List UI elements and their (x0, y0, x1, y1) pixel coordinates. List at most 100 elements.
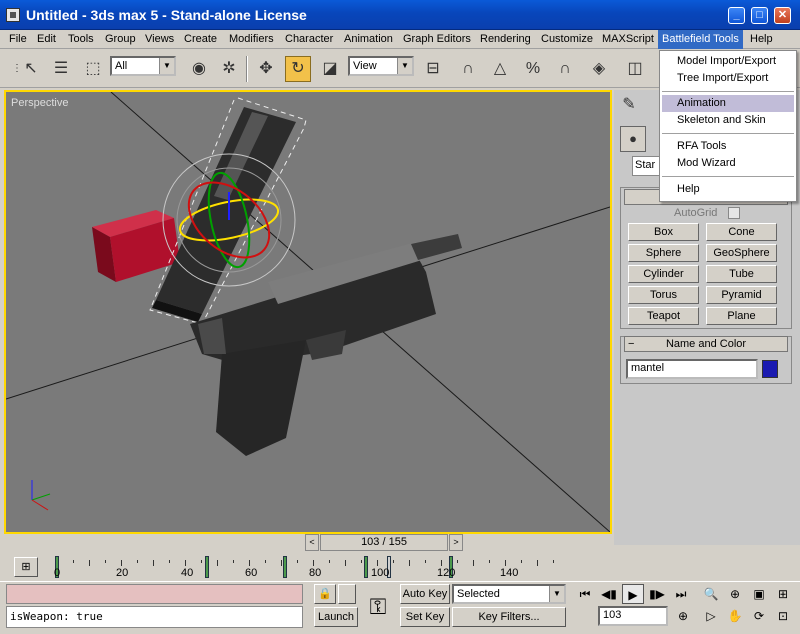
next-frame-icon[interactable]: ▮▶ (646, 584, 668, 604)
menu-battlefield-tools[interactable]: Battlefield Tools (658, 30, 743, 49)
menu-create[interactable]: Create (184, 33, 217, 45)
menu-help[interactable]: Help (750, 33, 773, 45)
select-by-name-icon[interactable]: ☰ (48, 56, 74, 82)
snap-toggle-icon[interactable]: ∩ (455, 56, 481, 82)
zoom-extents-all-icon[interactable]: ⊞ (772, 584, 794, 604)
current-frame-field[interactable]: 103 (598, 606, 668, 626)
create-tab-icon[interactable]: ✎ (616, 92, 642, 118)
zoom-extents-icon[interactable]: ▣ (748, 584, 770, 604)
mirror-icon[interactable]: ◫ (622, 56, 648, 82)
menu-item-model-import-export[interactable]: Model Import/Export (662, 53, 794, 70)
lock-selection-icon[interactable]: 🔒 (314, 584, 336, 604)
menu-item-skeleton-and-skin[interactable]: Skeleton and Skin (662, 112, 794, 129)
key-mode-dropdown[interactable]: Selected ▼ (452, 584, 566, 604)
red-box-object[interactable] (92, 210, 180, 282)
time-configuration-icon[interactable]: ⊕ (672, 606, 694, 626)
geometry-icon[interactable]: ● (620, 126, 646, 152)
menu-item-tree-import-export[interactable]: Tree Import/Export (662, 70, 794, 87)
teapot-button[interactable]: Teapot (628, 307, 699, 325)
menu-edit[interactable]: Edit (37, 33, 56, 45)
track-tick (169, 560, 170, 563)
maximize-button[interactable]: □ (751, 7, 768, 24)
launch-button[interactable]: Launch (314, 607, 358, 627)
arc-rotate-icon[interactable]: ⟳ (748, 606, 770, 626)
rectangular-selection-icon[interactable]: ⬚ (80, 56, 106, 82)
selection-lock-toggle[interactable] (338, 584, 356, 604)
go-to-end-icon[interactable]: ⏭ (670, 584, 692, 604)
go-to-start-icon[interactable]: ⏮ (574, 584, 596, 604)
torus-button[interactable]: Torus (628, 286, 699, 304)
reference-coordinate-dropdown[interactable]: View ▼ (348, 56, 414, 76)
cylinder-button[interactable]: Cylinder (628, 265, 699, 283)
menu-group[interactable]: Group (105, 33, 136, 45)
select-and-link-icon[interactable]: ◉ (186, 56, 212, 82)
tube-button[interactable]: Tube (706, 265, 777, 283)
zoom-all-icon[interactable]: ⊕ (724, 584, 746, 604)
time-slider-prev-button[interactable]: < (305, 534, 319, 551)
menu-file[interactable]: File (9, 33, 27, 45)
menu-maxscript[interactable]: MAXScript (602, 33, 654, 45)
keyframe-marker[interactable] (364, 556, 368, 578)
chevron-down-icon: ▼ (549, 586, 564, 602)
maxscript-mini-listener-input[interactable] (6, 584, 303, 604)
select-and-move-icon[interactable]: ✥ (253, 56, 279, 82)
menu-item-mod-wizard[interactable]: Mod Wizard (662, 155, 794, 172)
menu-graph-editors[interactable]: Graph Editors (403, 33, 471, 45)
minimize-button[interactable]: _ (728, 7, 745, 24)
keyframe-marker[interactable] (283, 556, 287, 578)
name-and-color-header[interactable]: − Name and Color (624, 336, 788, 352)
box-button[interactable]: Box (628, 223, 699, 241)
autogrid-checkbox[interactable] (728, 207, 740, 219)
menu-item-rfa-tools[interactable]: RFA Tools (662, 138, 794, 155)
bind-to-space-warp-icon[interactable]: ✲ (216, 56, 242, 82)
track-bar-menu-icon[interactable]: ⊞ (14, 557, 38, 577)
menu-item-help[interactable]: Help (662, 181, 794, 198)
time-slider-next-button[interactable]: > (449, 534, 463, 551)
menu-modifiers[interactable]: Modifiers (229, 33, 274, 45)
object-color-swatch[interactable] (762, 360, 778, 378)
select-object-icon[interactable]: ↖ (18, 56, 44, 82)
select-and-rotate-icon[interactable]: ↻ (285, 56, 311, 82)
menu-item-animation[interactable]: Animation (662, 95, 794, 112)
auto-key-button[interactable]: Auto Key (400, 584, 450, 604)
close-button[interactable]: ✕ (774, 7, 791, 24)
sphere-button[interactable]: Sphere (628, 244, 699, 262)
menu-views[interactable]: Views (145, 33, 174, 45)
key-icon[interactable]: ⚿ (360, 593, 396, 621)
selection-filter-dropdown[interactable]: All ▼ (110, 56, 176, 76)
percent-snap-icon[interactable]: % (520, 56, 546, 82)
select-and-scale-icon[interactable]: ◪ (317, 56, 343, 82)
geosphere-button[interactable]: GeoSphere (706, 244, 777, 262)
zoom-icon[interactable]: 🔍 (700, 584, 722, 604)
named-selection-sets-icon[interactable]: ◈ (586, 56, 612, 82)
play-icon[interactable]: ▶ (622, 584, 644, 604)
menu-rendering[interactable]: Rendering (480, 33, 531, 45)
spinner-snap-icon[interactable]: ∩ (552, 56, 578, 82)
menu-animation[interactable]: Animation (344, 33, 393, 45)
cone-button[interactable]: Cone (706, 223, 777, 241)
previous-frame-icon[interactable]: ◀▮ (598, 584, 620, 604)
primitive-type-dropdown[interactable]: Star (632, 156, 662, 176)
set-key-button[interactable]: Set Key (400, 607, 450, 627)
time-slider[interactable]: 103 / 155 (320, 534, 448, 551)
app-icon[interactable] (6, 8, 20, 22)
object-name-field[interactable]: mantel (626, 359, 758, 379)
maxscript-mini-listener-output[interactable]: isWeapon: true (6, 606, 303, 628)
tick-label: 0 (54, 567, 61, 579)
pyramid-button[interactable]: Pyramid (706, 286, 777, 304)
pan-icon[interactable]: ✋ (724, 606, 746, 626)
key-filters-button[interactable]: Key Filters... (452, 607, 566, 627)
menu-customize[interactable]: Customize (541, 33, 593, 45)
viewport-label[interactable]: Perspective (11, 97, 68, 109)
menu-tools[interactable]: Tools (68, 33, 94, 45)
field-of-view-icon[interactable]: ▷ (700, 606, 722, 626)
plane-button[interactable]: Plane (706, 307, 777, 325)
angle-snap-icon[interactable]: △ (487, 56, 513, 82)
track-bar[interactable] (44, 553, 614, 581)
pistol-object[interactable] (190, 234, 462, 456)
perspective-viewport[interactable]: Perspective (4, 90, 612, 534)
maximize-viewport-icon[interactable]: ⊡ (772, 606, 794, 626)
use-pivot-center-icon[interactable]: ⊟ (420, 56, 446, 82)
menu-character[interactable]: Character (285, 33, 333, 45)
keyframe-marker[interactable] (205, 556, 209, 578)
